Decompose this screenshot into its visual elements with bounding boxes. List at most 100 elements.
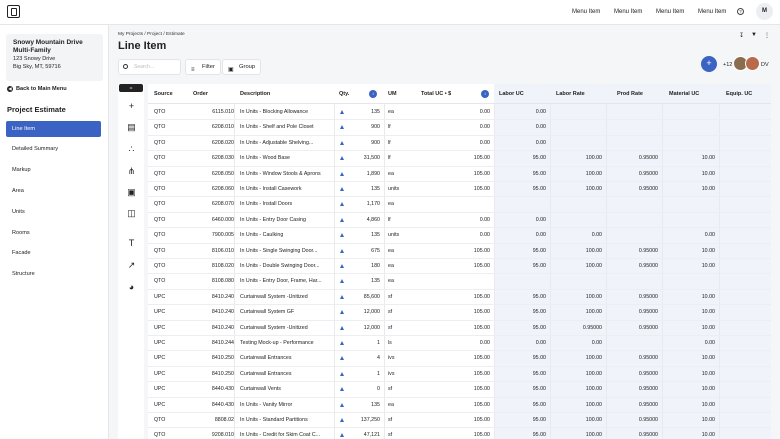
qty-marker-icon[interactable] bbox=[340, 248, 344, 253]
column-header-total-uc[interactable]: Total UC • $ bbox=[421, 84, 451, 104]
total-uc-sort-icon[interactable]: ↕ bbox=[481, 90, 489, 98]
qty-marker-icon[interactable] bbox=[340, 371, 344, 376]
pin-icon[interactable]: ▼ bbox=[751, 32, 757, 39]
table-row[interactable]: QTO 7900.005 In Units - Caulking 135 units 0.… bbox=[148, 228, 771, 244]
cell-labor-rate: 100.00 bbox=[585, 370, 602, 377]
sidebar-item-rooms[interactable]: Rooms bbox=[6, 225, 101, 241]
qty-marker-icon[interactable] bbox=[340, 341, 344, 345]
qty-marker-icon[interactable] bbox=[340, 264, 344, 268]
drag-handle-icon[interactable]: •• bbox=[119, 84, 143, 92]
sidebar-item-line-item[interactable]: Line Item bbox=[6, 121, 101, 137]
collaborator-initials[interactable]: DV bbox=[761, 62, 769, 68]
collaborator-avatar[interactable] bbox=[745, 56, 760, 71]
table-row[interactable]: QTO 6208.030 In Units - Wood Base 31,500 lf 1… bbox=[148, 151, 771, 167]
qty-marker-icon[interactable] bbox=[340, 217, 344, 222]
column-header-prod-rate[interactable]: Prod Rate bbox=[617, 84, 643, 104]
qty-marker-icon[interactable] bbox=[340, 294, 344, 299]
table-row[interactable]: QTO 9208.010 In Units - Credit for Skim Co… bbox=[148, 428, 771, 439]
qty-marker-icon[interactable] bbox=[340, 310, 344, 315]
column-header-source[interactable]: Source bbox=[154, 84, 173, 104]
qty-marker-icon[interactable] bbox=[340, 356, 344, 361]
column-header-description[interactable]: Description bbox=[240, 84, 270, 104]
table-row[interactable]: UPC 8410.240 Curtainwall System -Unitized 8… bbox=[148, 290, 771, 306]
qty-marker-icon[interactable] bbox=[340, 279, 344, 284]
sidebar-item-structure[interactable]: Structure bbox=[6, 266, 101, 282]
cell-um: ivs bbox=[388, 370, 395, 377]
download-icon[interactable]: ↧ bbox=[739, 32, 744, 39]
table-row[interactable]: QTO 6208.020 In Units - Adjustable Shelvin… bbox=[148, 136, 771, 152]
columns-icon[interactable]: ◫ bbox=[126, 208, 137, 219]
qty-marker-icon[interactable] bbox=[340, 402, 344, 407]
qty-marker-icon[interactable] bbox=[340, 387, 344, 392]
cell-um: ea bbox=[388, 247, 394, 254]
column-header-qty[interactable]: Qty. bbox=[339, 84, 349, 104]
table-row[interactable]: QTO 8108.020 In Units - Double Swinging Do… bbox=[148, 259, 771, 275]
menu-item-2[interactable]: Menu Item bbox=[614, 9, 642, 15]
text-tool-icon[interactable]: T bbox=[126, 238, 137, 249]
column-header-labor-uc[interactable]: Labor UC bbox=[499, 84, 524, 104]
table-row[interactable]: QTO 6208.060 In Units - Install Casework 13… bbox=[148, 182, 771, 198]
branch-icon[interactable]: ⋔ bbox=[126, 166, 137, 177]
qty-marker-icon[interactable] bbox=[340, 156, 344, 161]
table-row[interactable]: QTO 6208.050 In Units - Window Stools & Ap… bbox=[148, 167, 771, 182]
qty-marker-icon[interactable] bbox=[340, 433, 344, 438]
column-header-material-uc[interactable]: Material UC bbox=[669, 84, 699, 104]
cell-labor-uc: 95.00 bbox=[532, 247, 546, 254]
add-icon[interactable]: + bbox=[126, 101, 137, 112]
menu-item-4[interactable]: Menu Item bbox=[698, 9, 726, 15]
layers-icon[interactable]: ▤ bbox=[126, 122, 137, 133]
qty-marker-icon[interactable] bbox=[340, 325, 344, 330]
cell-equip-uc bbox=[723, 213, 767, 228]
filter-button[interactable]: ≡ Filter bbox=[185, 59, 221, 75]
menu-item-1[interactable]: Menu Item bbox=[572, 9, 600, 15]
table-row[interactable]: QTO 6460.000 In Units - Entry Door Casing 4… bbox=[148, 213, 771, 229]
qty-marker-icon[interactable] bbox=[340, 187, 344, 191]
frame-icon[interactable]: ▣ bbox=[126, 187, 137, 198]
sidebar-item-units[interactable]: Units bbox=[6, 204, 101, 220]
table-row[interactable]: QTO 6115.010 In Units - Blocking Allowance… bbox=[148, 105, 771, 121]
table-row[interactable]: UPC 8410.240 Curtainwall System -Unitized 1… bbox=[148, 321, 771, 336]
add-line-item-button[interactable]: + bbox=[701, 56, 717, 72]
table-row[interactable]: UPC 8410.240 Curtainwall System GF 12,000 sf… bbox=[148, 305, 771, 321]
qty-marker-icon[interactable] bbox=[340, 140, 344, 145]
compass-icon[interactable]: ◕ bbox=[126, 282, 137, 293]
nodes-icon[interactable]: ∴ bbox=[126, 144, 137, 155]
qty-marker-icon[interactable] bbox=[340, 125, 344, 130]
breadcrumb[interactable]: My Projects / Project / Estimate bbox=[118, 32, 185, 37]
table-row[interactable]: QTO 6208.010 In Units - Shelf and Pole Clo… bbox=[148, 120, 771, 136]
sidebar-item-detailed-summary[interactable]: Detailed Summary bbox=[6, 141, 101, 157]
table-row[interactable]: UPC 8440.430 Curtainwall Vents 0 sf 105.00 95.… bbox=[148, 382, 771, 398]
menu-item-3[interactable]: Menu Item bbox=[656, 9, 684, 15]
qty-sort-icon[interactable]: ↕ bbox=[369, 90, 377, 98]
column-header-um[interactable]: UM bbox=[388, 84, 397, 104]
cell-um: sf bbox=[388, 417, 393, 423]
qty-marker-icon[interactable] bbox=[340, 233, 344, 238]
sidebar-item-area[interactable]: Area bbox=[6, 183, 101, 199]
table-row[interactable]: QTO 8106.010 In Units - Single Swinging Do… bbox=[148, 244, 771, 259]
qty-marker-icon[interactable] bbox=[340, 110, 344, 114]
table-row[interactable]: QTO 6208.070 In Units - Install Doors 1,170… bbox=[148, 197, 771, 213]
back-to-main-menu-button[interactable]: ◀ Back to Main Menu bbox=[7, 86, 67, 92]
user-avatar[interactable]: M bbox=[756, 3, 773, 20]
table-row[interactable]: QTO 8808.02 In Units - Standard Partitions… bbox=[148, 413, 771, 429]
sidebar-item-markup[interactable]: Markup bbox=[6, 162, 101, 178]
table-row[interactable]: UPC 8410.250 Curtainwall Entrances 4 ivs 105.… bbox=[148, 351, 771, 367]
table-row[interactable]: UPC 8410.244 Testing Mock-up - Performance… bbox=[148, 336, 771, 352]
sidebar-item-facade[interactable]: Facade bbox=[6, 245, 101, 261]
table-row[interactable]: UPC 8410.250 Curtainwall Entrances 1 ivs 105.… bbox=[148, 367, 771, 383]
qty-marker-icon[interactable] bbox=[340, 418, 344, 422]
scatter-icon[interactable]: ↗ bbox=[126, 260, 137, 271]
qty-marker-icon[interactable] bbox=[340, 202, 344, 207]
column-header-equip-uc[interactable]: Equip. UC bbox=[726, 84, 752, 104]
help-icon[interactable]: ? bbox=[737, 8, 744, 15]
column-header-order[interactable]: Order bbox=[193, 84, 208, 104]
qty-marker-icon[interactable] bbox=[340, 171, 344, 176]
table-row[interactable]: UPC 8440.430 In Units - Vanity Mirror 135 ea… bbox=[148, 398, 771, 413]
app-logo-icon[interactable] bbox=[7, 5, 20, 18]
more-options-icon[interactable]: ⋮ bbox=[764, 32, 770, 39]
collaborator-count[interactable]: +12 bbox=[723, 62, 732, 68]
column-header-labor-rate[interactable]: Labor Rate bbox=[556, 84, 585, 104]
table-row[interactable]: QTO 8108.080 In Units - Entry Door, Frame,… bbox=[148, 274, 771, 290]
group-button[interactable]: ▣ Group bbox=[222, 59, 262, 75]
cell-material-uc: 10.00 bbox=[701, 417, 715, 423]
